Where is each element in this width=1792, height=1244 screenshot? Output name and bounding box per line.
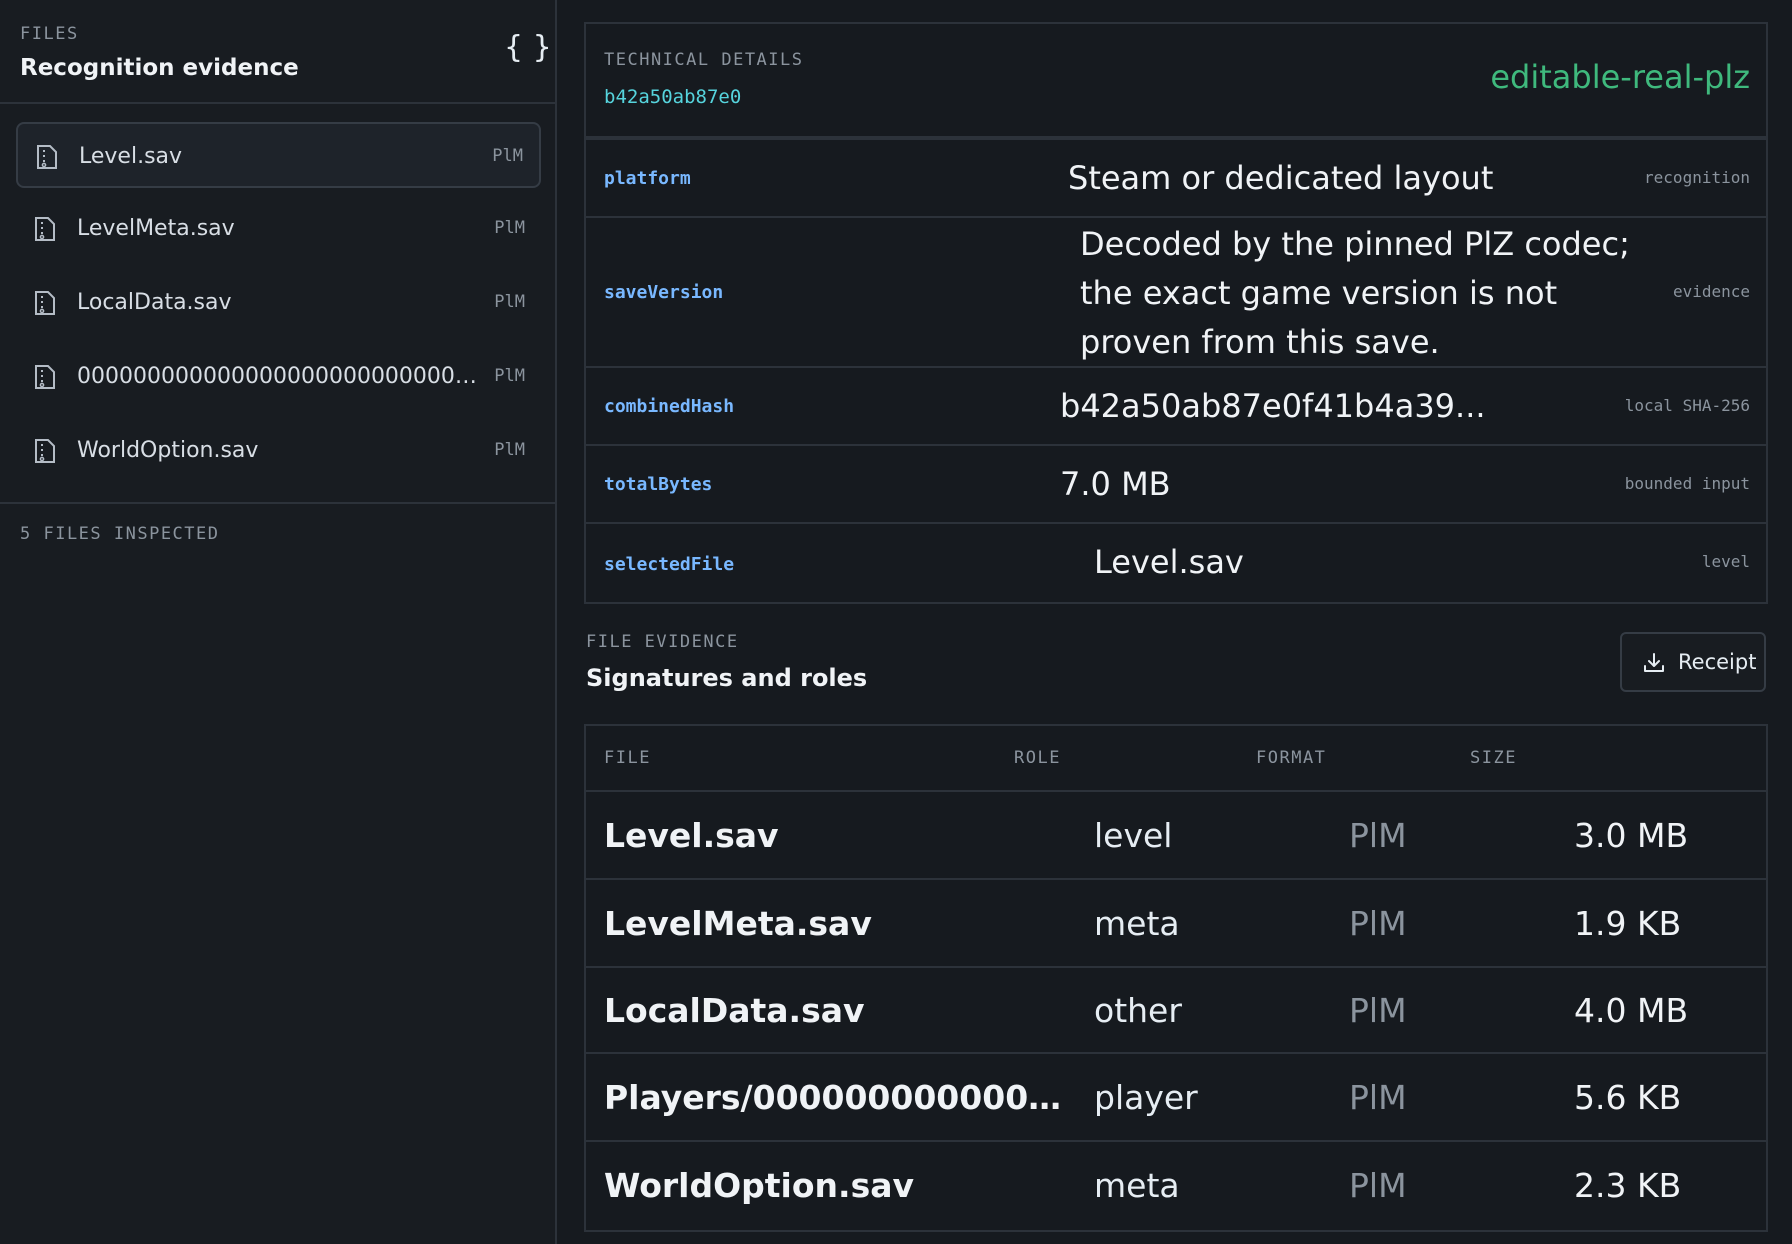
file-item-format: PlM (492, 146, 523, 166)
cell-format: PlM (1349, 991, 1407, 1030)
cell-role: player (1094, 1078, 1198, 1117)
mode-label: editable-real-plz (1490, 58, 1750, 96)
detail-row-platform: platform Steam or dedicated layout recog… (586, 140, 1766, 218)
file-evidence-table: FILE ROLE FORMAT SIZE Level.sav level Pl… (584, 724, 1768, 1232)
cell-format: PlM (1349, 904, 1407, 943)
column-header-format: FORMAT (1256, 748, 1327, 768)
table-row[interactable]: Players/0000000000000000... player PlM 5… (586, 1054, 1766, 1142)
sidebar-footer: 5 FILES INSPECTED (0, 502, 555, 544)
table-header: FILE ROLE FORMAT SIZE (586, 726, 1766, 792)
detail-note: recognition (1644, 168, 1750, 187)
cell-size: 1.9 KB (1574, 904, 1682, 943)
cell-role: level (1094, 816, 1173, 855)
file-item-name: 0000000000000000000000000000... (77, 364, 482, 389)
technical-details-eyebrow: TECHNICAL DETAILS (604, 50, 804, 70)
cell-format: PlM (1349, 1078, 1407, 1117)
receipt-button[interactable]: Receipt (1620, 632, 1766, 692)
file-item-format: PlM (494, 440, 525, 460)
cell-role: meta (1094, 1166, 1180, 1205)
file-archive-icon (35, 217, 55, 241)
files-sidebar: FILES Recognition evidence { } Level.sav… (0, 0, 557, 1244)
json-view-toggle-icon[interactable]: { } (504, 30, 552, 65)
detail-key: platform (604, 168, 691, 189)
detail-value: Level.sav (1094, 543, 1244, 581)
cell-role: other (1094, 991, 1182, 1030)
file-item-name: LocalData.sav (77, 290, 232, 315)
detail-key: totalBytes (604, 474, 713, 495)
detail-row-saveversion: saveVersion Decoded by the pinned PlZ co… (586, 218, 1766, 368)
detail-key: combinedHash (604, 396, 735, 417)
file-evidence-eyebrow: FILE EVIDENCE (586, 632, 739, 652)
file-archive-icon (35, 291, 55, 315)
sidebar-title: Recognition evidence (20, 55, 299, 81)
column-header-file: FILE (604, 748, 651, 768)
file-archive-icon (35, 439, 55, 463)
column-header-role: ROLE (1014, 748, 1061, 768)
file-item[interactable]: LevelMeta.sav PlM (16, 196, 541, 262)
file-item[interactable]: LocalData.sav PlM (16, 270, 541, 336)
cell-format: PlM (1349, 816, 1407, 855)
detail-value: Decoded by the pinned PlZ codec; the exa… (1080, 225, 1630, 361)
cell-size: 5.6 KB (1574, 1078, 1682, 1117)
sidebar-eyebrow: FILES (20, 24, 79, 44)
file-item-format: PlM (494, 218, 525, 238)
technical-details-panel: TECHNICAL DETAILS b42a50ab87e0 editable-… (584, 22, 1768, 604)
table-row[interactable]: Level.sav level PlM 3.0 MB (586, 792, 1766, 880)
file-evidence-title: Signatures and roles (586, 664, 868, 692)
detail-key: saveVersion (604, 282, 724, 303)
cell-file: WorldOption.sav (604, 1166, 914, 1205)
cell-size: 4.0 MB (1574, 991, 1689, 1030)
table-row[interactable]: WorldOption.sav meta PlM 2.3 KB (586, 1142, 1766, 1228)
file-item-name: Level.sav (79, 144, 183, 169)
cell-format: PlM (1349, 1166, 1407, 1205)
file-item[interactable]: WorldOption.sav PlM (16, 418, 541, 484)
detail-value: 7.0 MB (1060, 465, 1171, 503)
detail-row-combinedhash: combinedHash b42a50ab87e0f41b4a39... loc… (586, 368, 1766, 446)
cell-size: 2.3 KB (1574, 1166, 1682, 1205)
files-inspected-count: 5 FILES INSPECTED (20, 524, 220, 544)
file-item-format: PlM (494, 292, 525, 312)
file-item-format: PlM (494, 366, 525, 386)
file-item[interactable]: 0000000000000000000000000000... PlM (16, 344, 541, 410)
table-row[interactable]: LevelMeta.sav meta PlM 1.9 KB (586, 880, 1766, 968)
file-item[interactable]: Level.sav PlM (16, 122, 541, 188)
file-archive-icon (37, 145, 57, 169)
detail-note: local SHA-256 (1624, 396, 1750, 415)
file-item-name: WorldOption.sav (77, 438, 259, 463)
technical-details-header: TECHNICAL DETAILS b42a50ab87e0 editable-… (586, 24, 1766, 140)
download-icon (1644, 653, 1664, 672)
cell-file: Players/0000000000000000... (604, 1078, 1076, 1117)
file-archive-icon (35, 365, 55, 389)
detail-key: selectedFile (604, 554, 735, 575)
detail-note: evidence (1672, 282, 1750, 301)
cell-file: Level.sav (604, 816, 779, 855)
column-header-size: SIZE (1470, 748, 1517, 768)
cell-file: LocalData.sav (604, 991, 865, 1030)
sidebar-header: FILES Recognition evidence { } (0, 0, 555, 104)
receipt-button-label: Receipt (1678, 650, 1757, 674)
detail-note: level (1701, 552, 1750, 571)
detail-note: bounded input (1624, 474, 1750, 493)
cell-role: meta (1094, 904, 1180, 943)
table-row[interactable]: LocalData.sav other PlM 4.0 MB (586, 968, 1766, 1054)
detail-row-totalbytes: totalBytes 7.0 MB bounded input (586, 446, 1766, 524)
detail-row-selectedfile: selectedFile Level.sav level (586, 524, 1766, 602)
detail-value: b42a50ab87e0f41b4a39... (1060, 387, 1486, 425)
cell-size: 3.0 MB (1574, 816, 1689, 855)
short-hash: b42a50ab87e0 (604, 86, 742, 108)
detail-value: Steam or dedicated layout (1068, 159, 1494, 197)
file-item-name: LevelMeta.sav (77, 216, 235, 241)
cell-file: LevelMeta.sav (604, 904, 872, 943)
